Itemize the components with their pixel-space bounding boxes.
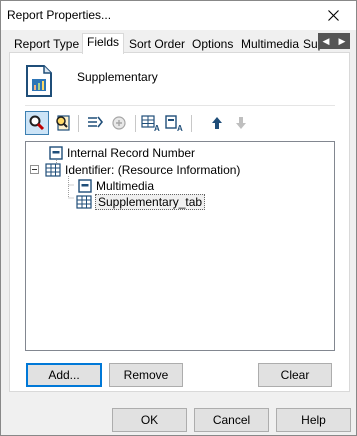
field-list-icon (56, 115, 70, 131)
tree-item[interactable]: Supplementary_tab (76, 193, 206, 210)
tab-label: Options (192, 37, 234, 51)
tab-sort-order[interactable]: Sort Order (124, 35, 190, 53)
table-a-button[interactable]: A (139, 111, 163, 135)
indent-button[interactable] (83, 111, 107, 135)
tab-label: Multimedia (241, 37, 300, 51)
toolbar-separator (78, 115, 79, 132)
divider (25, 105, 335, 106)
field-a-button[interactable]: A (163, 111, 187, 135)
close-button[interactable] (310, 1, 356, 30)
svg-text:A: A (154, 124, 160, 132)
chevron-left-icon: ◀ (322, 35, 330, 46)
field-list-button[interactable] (51, 111, 75, 135)
tree-item[interactable]: Multimedia (78, 177, 154, 194)
tree-item-label: Supplementary_tab (95, 193, 206, 210)
table-a-icon: A (141, 115, 160, 132)
tree-item[interactable]: Identifier: (Resource Information) (45, 161, 240, 178)
tree-item[interactable]: Internal Record Number (49, 144, 195, 161)
move-up-button[interactable] (205, 111, 229, 135)
tab-options[interactable]: Options (187, 35, 238, 53)
toolbar-separator (135, 115, 136, 132)
title-bar: Report Properties... (1, 1, 356, 30)
cancel-button[interactable]: Cancel (194, 408, 269, 432)
tab-strip: Report Type Fields Sort Order Options Mu… (9, 33, 350, 54)
table-icon (45, 162, 61, 177)
move-up-icon (212, 117, 222, 129)
ok-button[interactable]: OK (112, 408, 187, 432)
tree-collapse-toggle[interactable] (30, 165, 39, 174)
table-icon (76, 194, 92, 209)
add-circle-icon (112, 116, 126, 130)
tab-scroll-left-button[interactable]: ◀ (318, 33, 334, 49)
add-button[interactable]: Add... (26, 363, 102, 387)
tree-item-label: Multimedia (96, 178, 155, 193)
close-icon (327, 10, 339, 21)
toolbar-separator (191, 115, 192, 132)
remove-button[interactable]: Remove (109, 363, 183, 387)
clear-button[interactable]: Clear (258, 363, 332, 387)
field-icon (49, 145, 63, 160)
field-search-icon (29, 115, 45, 131)
move-down-button[interactable] (229, 111, 253, 135)
tab-label: Fields (87, 35, 120, 49)
indent-icon (88, 116, 104, 128)
help-button[interactable]: Help (276, 408, 351, 432)
fields-toolbar: A A (25, 111, 345, 137)
add-circle-button[interactable] (107, 111, 131, 135)
tab-fields[interactable]: Fields (82, 33, 125, 54)
section-title: Supplementary (77, 70, 158, 84)
tab-label: Sort Order (129, 37, 186, 51)
tab-multimedia[interactable]: Multimedia (236, 35, 304, 53)
field-icon (78, 178, 92, 193)
tab-label: Report Type (14, 37, 80, 51)
report-properties-dialog: Report Properties... Report Type Fields … (0, 0, 357, 436)
field-search-button[interactable] (25, 111, 49, 135)
tree-item-label: Identifier: (Resource Information) (65, 162, 241, 177)
svg-text:A: A (177, 124, 183, 132)
window-title: Report Properties... (7, 8, 112, 22)
fields-tree[interactable]: Internal Record Number Identifier: (Reso… (25, 141, 335, 351)
tab-scroll-right-button[interactable]: ▶ (334, 33, 350, 49)
report-document-icon (26, 65, 52, 97)
tab-report-type[interactable]: Report Type (9, 35, 84, 53)
fields-panel: Supplementary A A Internal Record Number… (9, 52, 350, 392)
tree-item-label: Internal Record Number (67, 145, 196, 160)
chevron-right-icon: ▶ (338, 35, 346, 46)
move-down-icon (236, 117, 246, 129)
field-a-icon: A (165, 115, 183, 132)
